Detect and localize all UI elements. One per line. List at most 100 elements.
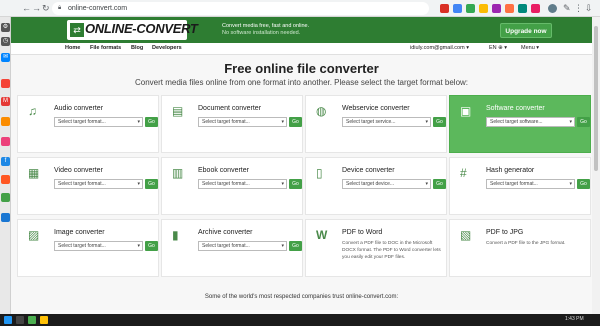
document-go-button[interactable]: Go [289,117,302,127]
device-go-button[interactable]: Go [433,179,446,189]
scrollbar-thumb[interactable] [594,26,598,171]
software-go-button[interactable]: Go [577,117,590,127]
profile-avatar[interactable] [548,4,557,13]
hash-icon: # [460,166,467,180]
hash-go-button[interactable]: Go [577,179,590,189]
extension-icon[interactable] [531,4,540,13]
taskbar-clock: 1:43 PM [565,316,584,322]
menu-dots-icon[interactable]: ⋮ [574,2,583,14]
language-select[interactable]: EN ⊕ ▾ [489,45,507,51]
card-hash-generator[interactable]: # Hash generator Select target format...… [449,157,591,215]
sidebar-settings-icon[interactable]: ⚙ [1,23,10,32]
extension-icon[interactable] [466,4,475,13]
logo-icon: ⇄ [70,23,84,37]
hash-format-select[interactable]: Select target format... ▾ [486,179,575,189]
word-icon: W [316,228,328,242]
user-email-menu[interactable]: idiuly.com@gmail.com ▾ [410,45,469,51]
card-device-converter[interactable]: ▯ Device converter Select target device.… [305,157,447,215]
image-go-button[interactable]: Go [145,241,158,251]
archive-format-select[interactable]: Select target format... ▾ [198,241,287,251]
card-ebook-converter[interactable]: ▥ Ebook converter Select target format..… [161,157,303,215]
card-audio-converter[interactable]: ♫ Audio converter Select target format..… [17,95,159,153]
tagline-line-2: No software installation needed. [222,30,301,36]
reload-icon[interactable]: ↻ [42,2,50,14]
trust-text: Some of the world's most respected compa… [204,294,399,300]
start-icon[interactable] [4,316,12,324]
webservice-go-button[interactable]: Go [433,117,446,127]
card-title: Document converter [198,105,262,112]
sidebar-messenger-icon[interactable]: ✉ [1,53,10,62]
extension-icon[interactable] [479,4,488,13]
card-title: Archive converter [198,229,253,236]
music-note-icon: ♫ [28,104,37,118]
taskbar-app-icon[interactable] [28,316,36,324]
globe-icon: ◍ [316,104,327,118]
ebook-go-button[interactable]: Go [289,179,302,189]
card-title: Audio converter [54,105,104,112]
site-header: ⇄ ONLINE-CONVERT Convert media free, fas… [11,17,592,43]
nav-blog[interactable]: Blog [131,45,143,51]
audio-go-button[interactable]: Go [145,117,158,127]
card-pdf-to-jpg[interactable]: ▧ PDF to JPG Convert a PDF file to the J… [449,219,591,277]
sidebar-app-icon[interactable] [1,193,10,202]
extension-icon[interactable] [492,4,501,13]
image-format-select[interactable]: Select target format... ▾ [54,241,143,251]
address-bar[interactable]: 🔒︎ online-convert.com [52,2,429,15]
back-icon[interactable]: ← [22,2,31,14]
card-video-converter[interactable]: ▦ Video converter Select target format..… [17,157,159,215]
card-webservice-converter[interactable]: ◍ Webservice converter Select target ser… [305,95,447,153]
extension-icon[interactable] [518,4,527,13]
document-icon: ▤ [172,104,184,118]
audio-format-select[interactable]: Select target format... ▾ [54,117,143,127]
card-document-converter[interactable]: ▤ Document converter Select target forma… [161,95,303,153]
extension-icon[interactable] [453,4,462,13]
extension-icon[interactable] [440,4,449,13]
forward-icon[interactable]: → [32,2,41,14]
taskbar-app-icon[interactable] [16,316,24,324]
left-sidebar: ⚙ ◷ ✉ M f [0,17,11,314]
sidebar-app-icon[interactable] [1,137,10,146]
card-pdf-to-word[interactable]: W PDF to Word Convert a PDF file to DOC … [305,219,447,277]
webservice-select[interactable]: Select target service... ▾ [342,117,431,127]
taskbar-app-icon[interactable] [40,316,48,324]
sidebar-history-icon[interactable]: ◷ [1,37,10,46]
software-select[interactable]: Select target software... ▾ [486,117,575,127]
download-icon[interactable]: ⇩ [585,2,593,14]
tagline: Convert media free, fast and online. No … [222,23,309,37]
lock-icon: 🔒︎ [58,5,62,11]
sidebar-facebook-icon[interactable]: f [1,157,10,166]
card-title: PDF to JPG [486,229,524,236]
extension-icon[interactable] [505,4,514,13]
sidebar-app-icon[interactable] [1,79,10,88]
ebook-format-select[interactable]: Select target format... ▾ [198,179,287,189]
image-icon: ▨ [28,228,40,242]
edit-icon[interactable]: ✎ [563,2,571,14]
sidebar-gmail-icon[interactable]: M [1,97,10,106]
card-software-converter[interactable]: ▣ Software converter Select target softw… [449,95,591,153]
video-go-button[interactable]: Go [145,179,158,189]
video-format-select[interactable]: Select target format... ▾ [54,179,143,189]
nav-developers[interactable]: Developers [152,45,182,51]
document-format-select[interactable]: Select target format... ▾ [198,117,287,127]
card-title: Video converter [54,167,103,174]
sidebar-app-icon[interactable] [1,175,10,184]
card-archive-converter[interactable]: ▮ Archive converter Select target format… [161,219,303,277]
sidebar-app-icon[interactable] [1,213,10,222]
archive-go-button[interactable]: Go [289,241,302,251]
card-title: Software converter [486,105,545,112]
logo-text: ONLINE-CONVERT [85,21,198,36]
nav-home[interactable]: Home [65,45,80,51]
site-nav: Home File formats Blog Developers idiuly… [11,43,592,55]
book-icon: ▥ [172,166,184,180]
nav-file-formats[interactable]: File formats [90,45,121,51]
card-description: Convert a PDF file to the JPG format. [486,241,566,246]
device-select[interactable]: Select target device... ▾ [342,179,431,189]
menu-button[interactable]: Menu ▾ [521,45,539,51]
card-image-converter[interactable]: ▨ Image converter Select target format..… [17,219,159,277]
sidebar-app-icon[interactable] [1,117,10,126]
card-title: PDF to Word [342,229,383,236]
main-content: Free online file converter Convert media… [11,55,592,314]
card-title: Hash generator [486,167,535,174]
card-title: Device converter [342,167,395,174]
upgrade-button[interactable]: Upgrade now [500,23,552,38]
